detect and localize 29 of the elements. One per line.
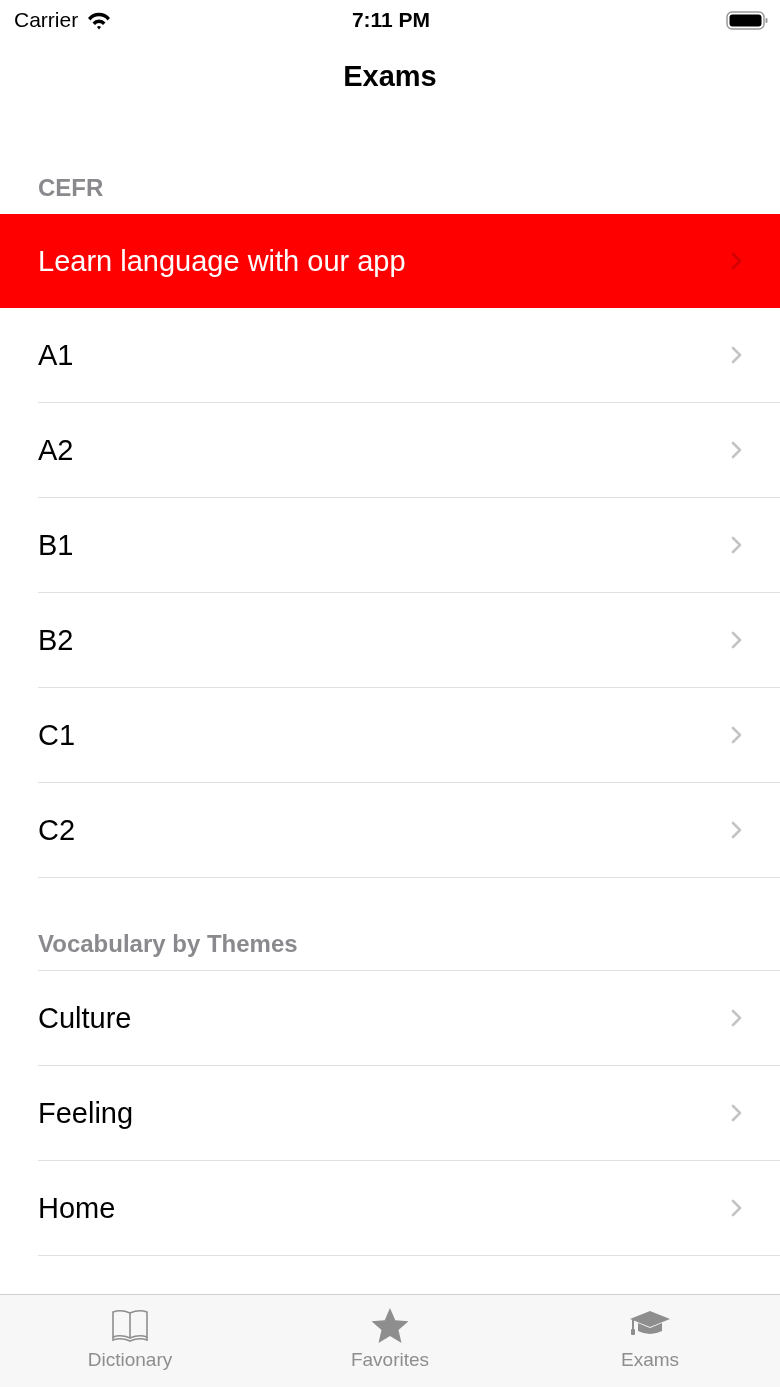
star-icon [371, 1307, 409, 1343]
list-row[interactable]: Feeling [38, 1065, 780, 1160]
chevron-icon [731, 1104, 742, 1122]
battery-icon [726, 10, 768, 30]
list-row[interactable]: Home [38, 1160, 780, 1256]
list-row[interactable]: C1 [38, 687, 780, 782]
list-row[interactable]: Culture [38, 970, 780, 1065]
list-row[interactable]: C2 [38, 782, 780, 878]
chevron-icon [731, 252, 742, 270]
nav-title: Exams [343, 60, 437, 93]
chevron-icon [731, 631, 742, 649]
book-icon [111, 1307, 149, 1343]
chevron-icon [731, 1199, 742, 1217]
list-row[interactable]: A1 [38, 308, 780, 402]
promo-banner[interactable]: Learn language with our app [0, 214, 780, 308]
carrier-label: Carrier [14, 8, 79, 32]
chevron-icon [731, 726, 742, 744]
list-row[interactable]: A2 [38, 402, 780, 497]
list-row[interactable]: B1 [38, 497, 780, 592]
status-time: 7:11 PM [351, 8, 431, 32]
chevron-icon [731, 346, 742, 364]
list-row[interactable]: B2 [38, 592, 780, 687]
chevron-icon [731, 1009, 742, 1027]
chevron-icon [731, 536, 742, 554]
wifi-icon [86, 10, 113, 30]
section-header: Vocabulary by Themes [37, 929, 299, 959]
section-header: CEFR [37, 173, 105, 203]
chevron-icon [731, 441, 742, 459]
chevron-icon [731, 821, 742, 839]
